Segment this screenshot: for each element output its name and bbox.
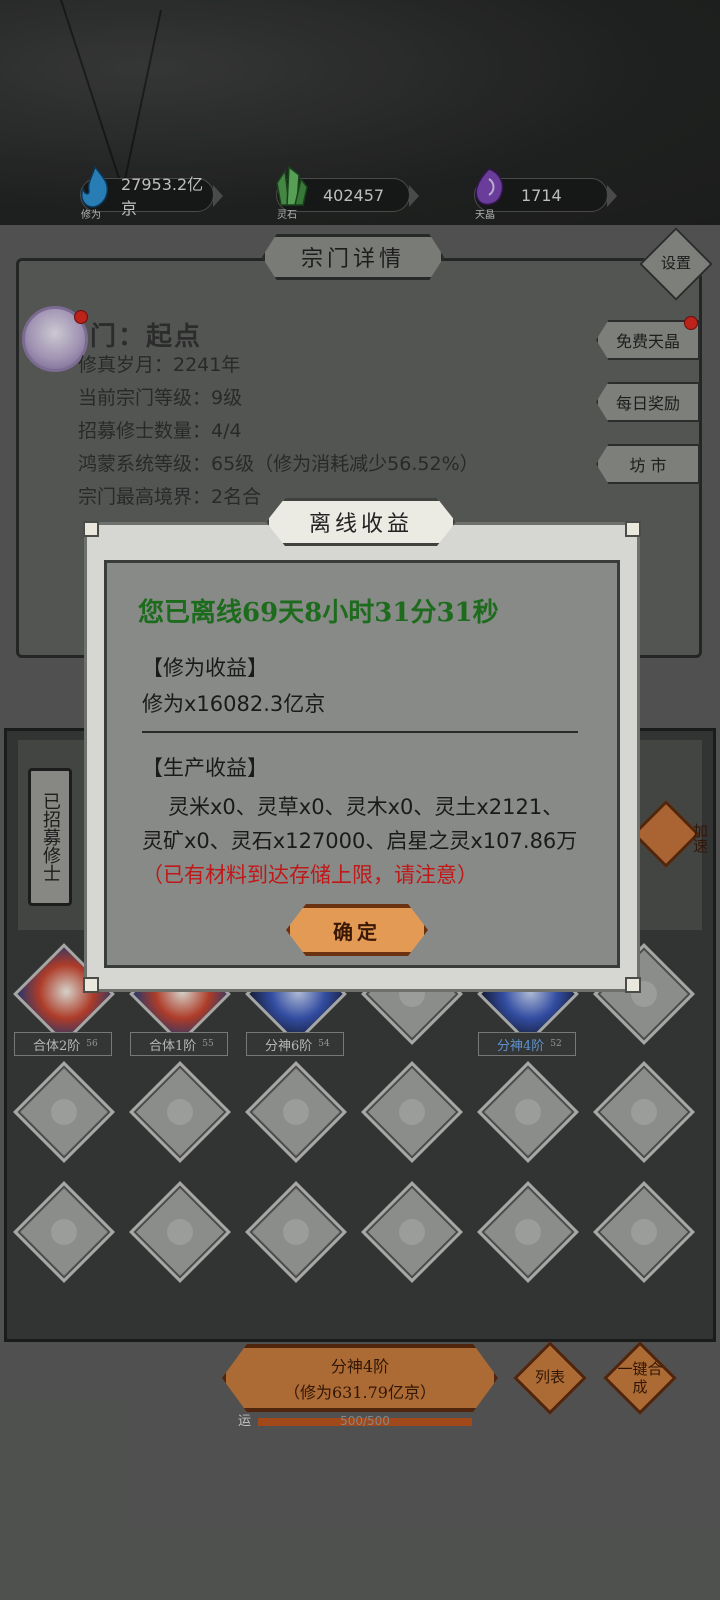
- dialog-corner: [625, 521, 641, 537]
- cultivation-header: 【修为收益】: [142, 656, 268, 680]
- dialog-corner: [625, 977, 641, 993]
- production-header: 【生产收益】: [142, 756, 268, 780]
- confirm-button[interactable]: 确定: [286, 904, 428, 956]
- offline-duration: 您已离线69天8小时31分31秒: [138, 598, 499, 628]
- dialog-corner: [83, 977, 99, 993]
- dialog-title: 离线收益: [266, 498, 456, 546]
- cultivation-value: 修为x16082.3亿京: [142, 692, 326, 716]
- dialog-divider: [142, 731, 578, 733]
- dialog-corner: [83, 521, 99, 537]
- storage-warning: （已有材料到达存储上限，请注意）: [142, 863, 478, 887]
- production-text: 灵米x0、灵草x0、灵木x0、灵土x2121、灵矿x0、灵石x127000、启星…: [142, 795, 578, 853]
- production-details: 灵米x0、灵草x0、灵木x0、灵土x2121、灵矿x0、灵石x127000、启星…: [142, 790, 580, 892]
